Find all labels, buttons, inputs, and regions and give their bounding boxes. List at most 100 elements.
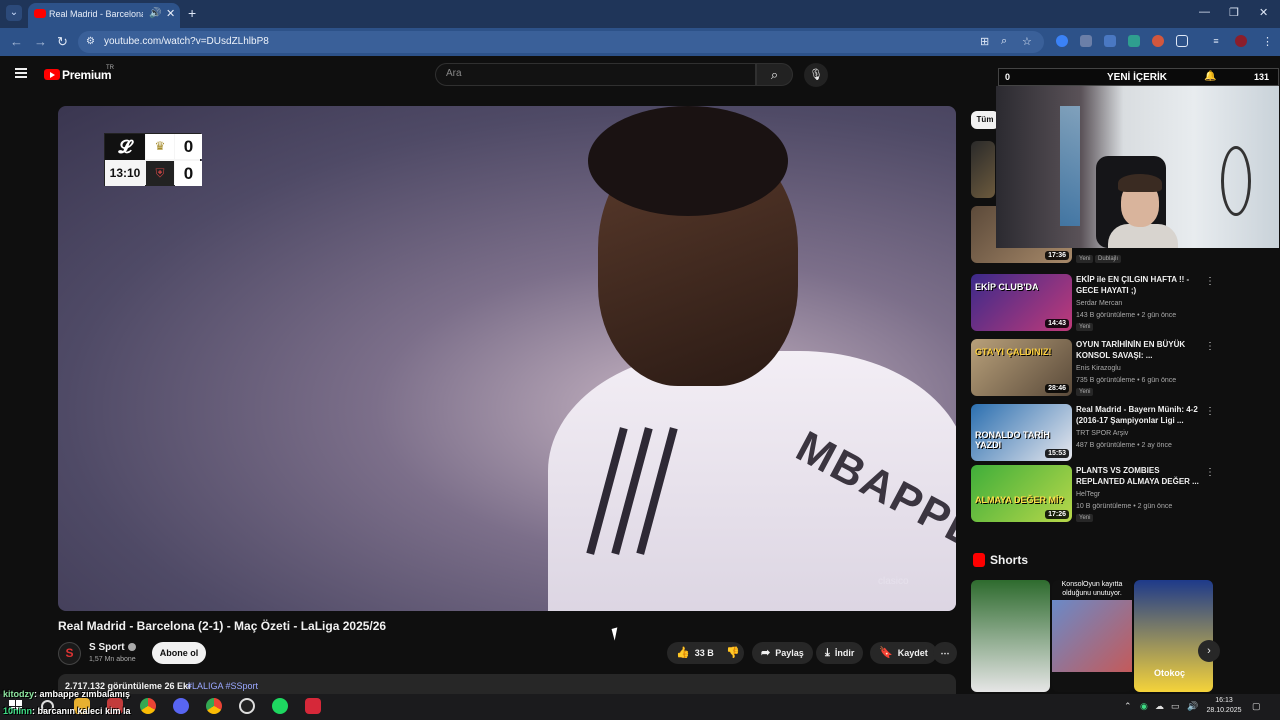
video-thumbnail[interactable]: ALMAYA DEĞER Mİ? 17:26 <box>971 465 1072 522</box>
mic-button[interactable]: 🎙 <box>804 63 828 87</box>
browser-tab-active[interactable]: Real Madrid - Barcelona (2-1) - Maç Özet… <box>28 3 180 28</box>
video-thumbnail[interactable]: RONALDO TARİH YAZDI 15:53 <box>971 404 1072 461</box>
discord-icon[interactable] <box>173 698 189 714</box>
channel-name[interactable]: S Sport <box>89 642 136 653</box>
extension-icon[interactable] <box>1104 35 1116 47</box>
recommendation-title[interactable]: OYUN TARİHİNİN EN BÜYÜK KONSOL SAVAŞI: .… <box>1076 339 1200 361</box>
youtube-logo-icon[interactable] <box>44 69 60 80</box>
zoom-icon[interactable]: ⌕ <box>1001 35 1007 48</box>
bookmark-star-icon[interactable]: ☆ <box>1022 35 1032 48</box>
recommendation-channel[interactable]: HelTegr <box>1076 491 1100 498</box>
more-actions-button[interactable]: ⋯ <box>933 642 957 664</box>
thumbnail-text: GTA'YI ÇALDINIZ! <box>975 347 1052 357</box>
description-box[interactable]: 2.717.132 görüntüleme 26 Eki #LALIGA #SS… <box>58 674 956 696</box>
match-clock: 13:10 <box>105 161 145 186</box>
new-tab-button[interactable]: + <box>188 5 196 21</box>
install-app-icon[interactable]: ⊞ <box>980 35 989 48</box>
clock-date: 28.10.2025 <box>1206 707 1242 714</box>
volume-icon[interactable]: 🔊 <box>1187 701 1198 712</box>
menu-icon[interactable] <box>15 68 27 78</box>
short-caption: KonsolOyun kayıtta olduğunu unutuyor. <box>1061 581 1123 597</box>
recommendation-channel[interactable]: Serdar Mercan <box>1076 300 1122 307</box>
share-button[interactable]: ➦ Paylaş <box>752 642 813 664</box>
profile-avatar[interactable] <box>1235 35 1247 47</box>
new-badge: Yeni <box>1076 388 1094 396</box>
new-badge: Yeni <box>1076 255 1094 263</box>
extension-icon[interactable] <box>1152 35 1164 47</box>
recommendation-item[interactable]: ALMAYA DEĞER Mİ? 17:26 PLANTS VS ZOMBIES… <box>971 465 1215 523</box>
subscribe-button[interactable]: Abone ol <box>152 642 206 664</box>
like-button[interactable]: 👍 33 B <box>667 642 720 664</box>
extension-icon[interactable] <box>1056 35 1068 47</box>
short-item[interactable]: KonsolOyun kayıtta olduğunu unutuyor. <box>1052 580 1132 692</box>
recommendation-title[interactable]: EKİP ile EN ÇILGIN HAFTA !! - GECE HAYAT… <box>1076 274 1200 296</box>
kebab-icon[interactable]: ⋮ <box>1205 276 1215 287</box>
channel-name-text[interactable]: S Sport <box>89 642 125 653</box>
media-control-icon[interactable]: ≡ <box>1210 35 1222 47</box>
tab-close-icon[interactable]: ✕ <box>166 7 175 20</box>
address-bar[interactable]: ⚙ youtube.com/watch?v=DUsdZLhlbP8 <box>78 31 1044 53</box>
save-button[interactable]: 🔖 Kaydet <box>870 642 937 664</box>
search-input[interactable] <box>446 68 736 79</box>
extension-icon[interactable] <box>1128 35 1140 47</box>
recommendation-title[interactable]: PLANTS VS ZOMBIES REPLANTED ALMAYA DEĞER… <box>1076 465 1200 487</box>
tray-app-icon[interactable]: ☁ <box>1155 701 1164 712</box>
search-box[interactable] <box>435 63 756 86</box>
chrome-menu-icon[interactable]: ⋮ <box>1262 35 1273 48</box>
mic-icon: 🎙 <box>809 69 823 81</box>
duration-badge: 15:53 <box>1045 449 1069 458</box>
recommendation-channel[interactable]: TRT SPOR Arşiv <box>1076 430 1128 437</box>
chrome-active-icon[interactable] <box>206 698 222 714</box>
extension-icon[interactable] <box>1080 35 1092 47</box>
short-item[interactable] <box>971 580 1050 692</box>
video-thumbnail[interactable]: GTA'YI ÇALDINIZ! 28:46 <box>971 339 1072 396</box>
download-button[interactable]: ⤓ İndir <box>816 642 864 664</box>
network-icon[interactable]: ▭ <box>1171 701 1180 712</box>
short-caption: Otokoç <box>1154 668 1186 678</box>
kebab-icon[interactable]: ⋮ <box>1205 467 1215 478</box>
webcam-overlay <box>996 86 1279 248</box>
reload-icon[interactable]: ↻ <box>57 34 68 50</box>
recommendation-title[interactable]: Real Madrid - Bayern Münih: 4-2 (2016-17… <box>1076 404 1200 426</box>
forward-icon[interactable]: → <box>34 34 47 49</box>
channel-avatar[interactable]: S <box>58 642 81 665</box>
short-item[interactable]: Otokoç <box>1134 580 1213 692</box>
recommendation-item[interactable]: EKİP CLUB'DA 14:43 EKİP ile EN ÇILGIN HA… <box>971 274 1215 332</box>
kebab-icon[interactable]: ⋮ <box>1205 406 1215 417</box>
obs-icon[interactable] <box>239 698 255 714</box>
video-thumbnail[interactable]: EKİP CLUB'DA 14:43 <box>971 274 1072 331</box>
site-info-icon[interactable]: ⚙ <box>86 36 95 47</box>
system-clock[interactable]: 16:13 28.10.2025 <box>1204 696 1244 716</box>
youtube-brand[interactable]: Premium <box>62 68 112 82</box>
bell-icon[interactable]: 🔔 <box>1204 71 1216 82</box>
chrome-icon[interactable] <box>140 698 156 714</box>
dislike-button[interactable]: 👎 <box>720 642 744 664</box>
tab-search-button[interactable]: ⌄ <box>6 5 22 21</box>
recommendation-item[interactable]: RONALDO TARİH YAZDI 15:53 Real Madrid - … <box>971 404 1215 462</box>
tray-app-icon[interactable]: ◉ <box>1140 701 1148 712</box>
url-text[interactable]: youtube.com/watch?v=DUsdZLhlbP8 <box>104 36 269 47</box>
video-thumbnail[interactable] <box>971 141 995 198</box>
search-button[interactable]: ⌕ <box>756 63 793 86</box>
taskbar-app-icon[interactable] <box>305 698 321 714</box>
youtube-favicon-icon <box>34 9 46 18</box>
minimize-button[interactable]: — <box>1199 6 1210 18</box>
hashtags[interactable]: #LALIGA #SSport <box>187 681 258 691</box>
recommendation-item[interactable]: GTA'YI ÇALDINIZ! 28:46 OYUN TARİHİNİN EN… <box>971 339 1215 397</box>
spotify-icon[interactable] <box>272 698 288 714</box>
shorts-next-button[interactable]: › <box>1198 640 1220 662</box>
extensions-puzzle-icon[interactable] <box>1176 35 1188 47</box>
notification-icon[interactable]: ▢ <box>1252 701 1261 712</box>
close-window-button[interactable]: ✕ <box>1259 6 1268 19</box>
like-count: 33 B <box>694 648 714 658</box>
real-madrid-crest-icon: ♛ <box>146 134 174 159</box>
audio-playing-icon[interactable]: 🔊 <box>149 8 161 19</box>
back-icon[interactable]: ← <box>10 34 23 49</box>
webcam-ring-light <box>1221 146 1251 216</box>
recommendation-channel[interactable]: Enis Kirazoglu <box>1076 365 1121 372</box>
search-icon: ⌕ <box>770 67 779 82</box>
kebab-icon[interactable]: ⋮ <box>1205 341 1215 352</box>
tray-chevron-icon[interactable]: ⌃ <box>1124 701 1132 712</box>
filter-chip-all[interactable]: Tüm <box>971 111 999 129</box>
restore-button[interactable]: ❐ <box>1229 6 1239 19</box>
